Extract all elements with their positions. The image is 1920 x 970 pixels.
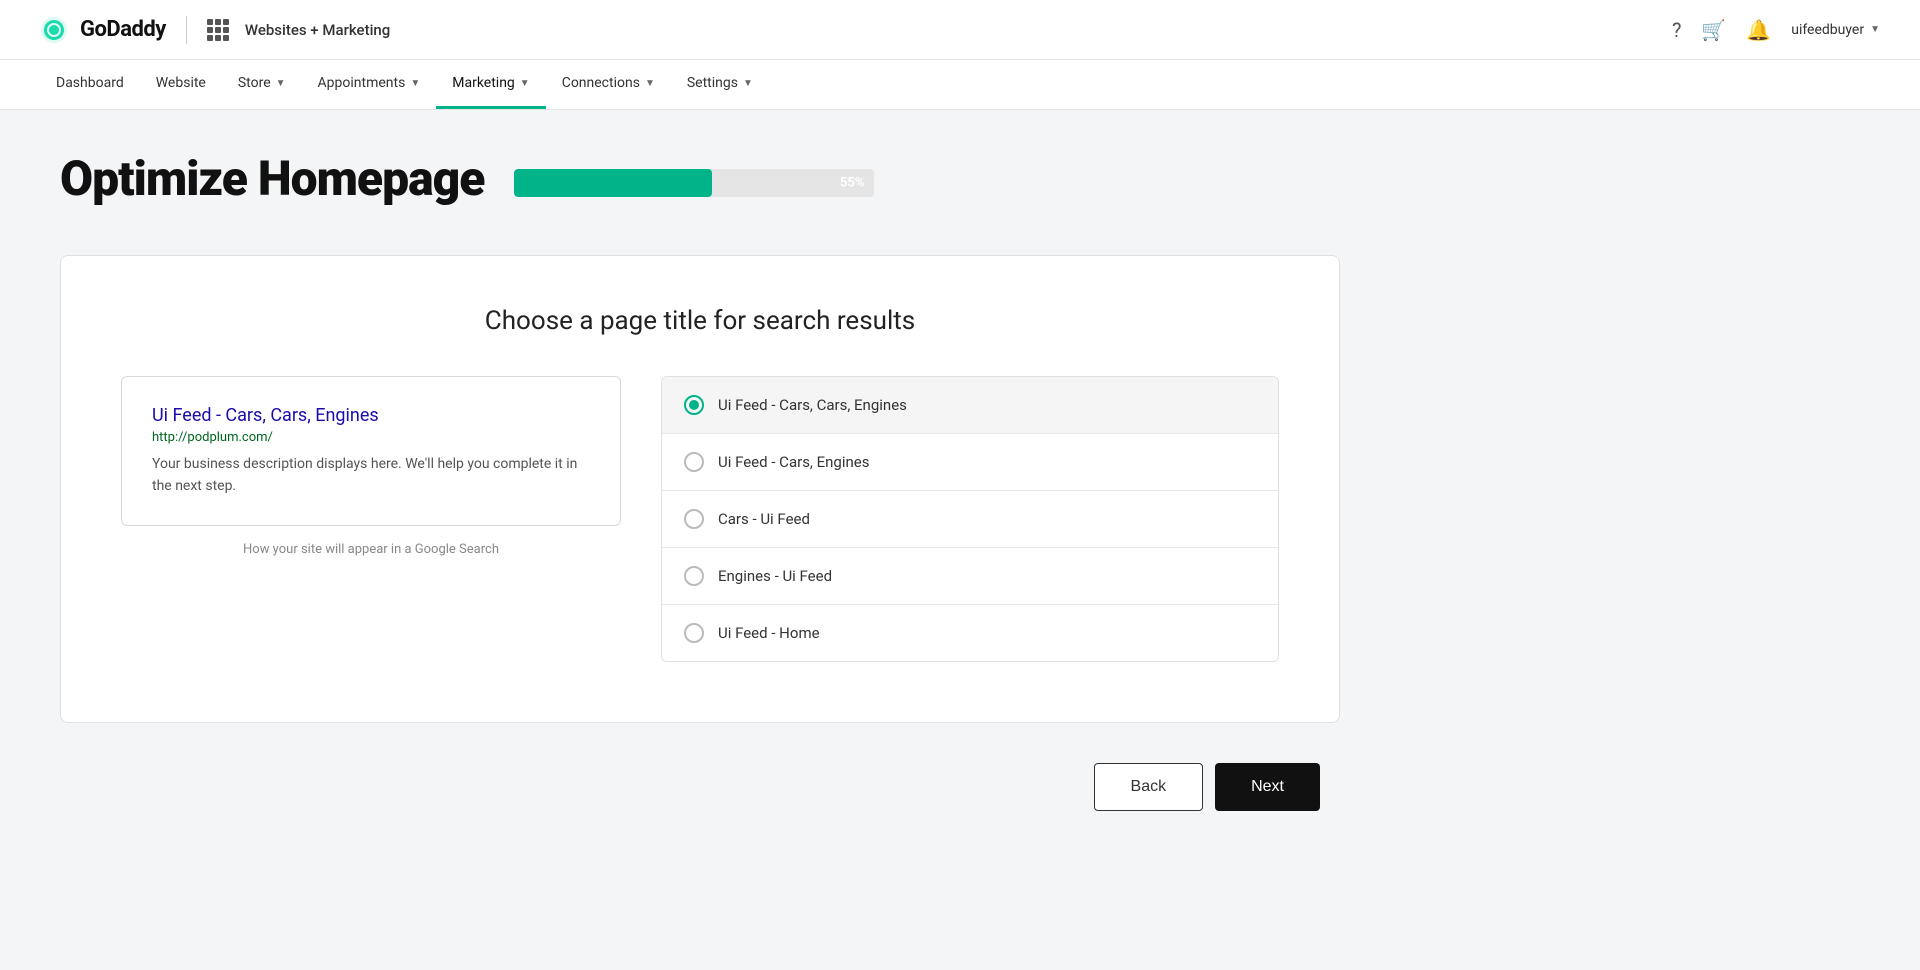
bell-icon[interactable]: 🔔 <box>1746 18 1771 42</box>
progress-label: 55% <box>840 175 864 190</box>
connections-chevron-icon: ▼ <box>645 78 655 89</box>
card-content: Ui Feed - Cars, Cars, Engines http://pod… <box>121 376 1279 662</box>
radio-circle-2 <box>684 452 704 472</box>
radio-circle-3 <box>684 509 704 529</box>
progress-bar: 55% <box>514 169 874 197</box>
user-chevron-icon: ▼ <box>1870 24 1880 35</box>
radio-label-1: Ui Feed - Cars, Cars, Engines <box>718 396 907 414</box>
appointments-chevron-icon: ▼ <box>410 78 420 89</box>
page-title: Optimize Homepage <box>60 150 484 207</box>
google-preview-url: http://podplum.com/ <box>152 430 590 445</box>
main-card: Choose a page title for search results U… <box>60 255 1340 723</box>
username: uifeedbuyer <box>1791 22 1864 38</box>
google-preview-desc: Your business description displays here.… <box>152 456 577 494</box>
progress-bar-fill <box>514 169 712 197</box>
nav-item-dashboard[interactable]: Dashboard <box>40 60 140 109</box>
radio-option-2[interactable]: Ui Feed - Cars, Engines <box>662 434 1278 491</box>
radio-option-5[interactable]: Ui Feed - Home <box>662 605 1278 661</box>
main-nav: Dashboard Website Store ▼ Appointments ▼… <box>0 60 1920 110</box>
page-header-row: Optimize Homepage 55% <box>60 150 1340 215</box>
radio-circle-4 <box>684 566 704 586</box>
google-preview-title: Ui Feed - Cars, Cars, Engines <box>152 405 590 426</box>
nav-item-connections[interactable]: Connections ▼ <box>546 60 671 109</box>
radio-label-3: Cars - Ui Feed <box>718 510 810 528</box>
footer-buttons: Back Next <box>60 763 1340 811</box>
card-title: Choose a page title for search results <box>121 306 1279 336</box>
google-preview: Ui Feed - Cars, Cars, Engines http://pod… <box>121 376 621 526</box>
help-icon[interactable]: ? <box>1672 18 1681 42</box>
nav-item-appointments[interactable]: Appointments ▼ <box>302 60 437 109</box>
grid-icon[interactable] <box>207 19 229 41</box>
nav-item-settings[interactable]: Settings ▼ <box>671 60 769 109</box>
radio-circle-5 <box>684 623 704 643</box>
back-button[interactable]: Back <box>1094 763 1204 811</box>
settings-chevron-icon: ▼ <box>743 78 753 89</box>
nav-item-website[interactable]: Website <box>140 60 222 109</box>
radio-options-list: Ui Feed - Cars, Cars, Engines Ui Feed - … <box>661 376 1279 662</box>
marketing-chevron-icon: ▼ <box>520 78 530 89</box>
godaddy-logo-icon <box>40 16 68 44</box>
radio-label-4: Engines - Ui Feed <box>718 567 832 585</box>
radio-option-3[interactable]: Cars - Ui Feed <box>662 491 1278 548</box>
store-chevron-icon: ▼ <box>276 78 286 89</box>
radio-option-4[interactable]: Engines - Ui Feed <box>662 548 1278 605</box>
radio-circle-1 <box>684 395 704 415</box>
google-caption: How your site will appear in a Google Se… <box>121 542 621 557</box>
main-content: Optimize Homepage 55% Choose a page titl… <box>0 110 1400 851</box>
brand-name: Websites + Marketing <box>245 21 390 39</box>
header-divider <box>186 16 187 44</box>
logo-area: GoDaddy <box>40 16 166 44</box>
logo-text: GoDaddy <box>80 17 166 42</box>
google-preview-wrapper: Ui Feed - Cars, Cars, Engines http://pod… <box>121 376 621 557</box>
radio-inner-1 <box>689 400 699 410</box>
header-right: ? 🛒 🔔 uifeedbuyer ▼ <box>1672 18 1880 42</box>
nav-item-store[interactable]: Store ▼ <box>222 60 302 109</box>
next-button[interactable]: Next <box>1215 763 1320 811</box>
radio-option-1[interactable]: Ui Feed - Cars, Cars, Engines <box>662 377 1278 434</box>
header: GoDaddy Websites + Marketing ? 🛒 🔔 uifee… <box>0 0 1920 60</box>
radio-label-2: Ui Feed - Cars, Engines <box>718 453 869 471</box>
radio-label-5: Ui Feed - Home <box>718 624 820 642</box>
progress-area: 55% <box>514 169 874 197</box>
user-menu[interactable]: uifeedbuyer ▼ <box>1791 22 1880 38</box>
cart-icon[interactable]: 🛒 <box>1701 18 1726 42</box>
nav-item-marketing[interactable]: Marketing ▼ <box>436 60 545 109</box>
